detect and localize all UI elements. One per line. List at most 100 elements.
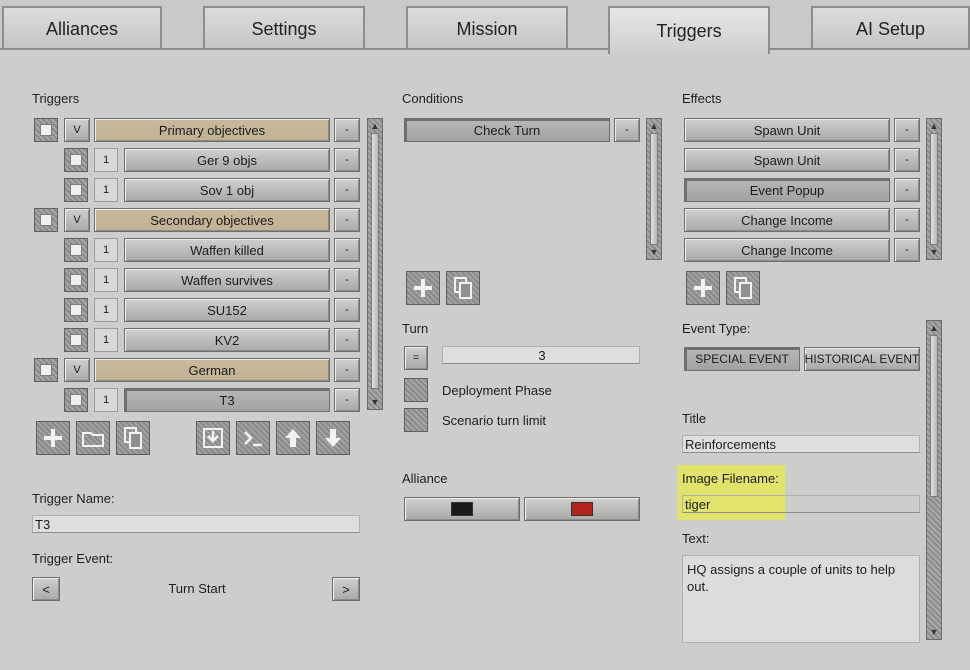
copy-button[interactable] bbox=[726, 271, 760, 305]
effect-item-button[interactable]: Event Popup bbox=[684, 178, 890, 202]
event-next-button[interactable]: > bbox=[332, 577, 360, 601]
historical-event-button[interactable]: HISTORICAL EVENT bbox=[804, 347, 920, 371]
special-event-button[interactable]: SPECIAL EVENT bbox=[684, 347, 800, 371]
import-button[interactable] bbox=[196, 421, 230, 455]
scroll-up-icon[interactable]: ▲ bbox=[647, 120, 661, 132]
remove-effect-button[interactable]: - bbox=[894, 118, 920, 142]
turn-label: Turn bbox=[402, 321, 429, 336]
copy-button[interactable] bbox=[116, 421, 150, 455]
title-input[interactable]: Reinforcements bbox=[682, 435, 920, 453]
checkbox-box bbox=[40, 364, 52, 376]
event-text-area[interactable]: HQ assigns a couple of units to help out… bbox=[682, 555, 920, 643]
checkbox-box bbox=[70, 244, 82, 256]
tab-ai-setup[interactable]: AI Setup bbox=[811, 6, 970, 50]
remove-trigger-button[interactable]: - bbox=[334, 268, 360, 292]
remove-effect-button[interactable]: - bbox=[894, 178, 920, 202]
triggers-scrollbar[interactable]: ▲ ▼ bbox=[367, 118, 383, 410]
trigger-row-checkbox[interactable] bbox=[64, 148, 88, 172]
remove-effect-button[interactable]: - bbox=[894, 238, 920, 262]
scroll-down-icon[interactable]: ▼ bbox=[927, 626, 941, 638]
remove-trigger-button[interactable]: - bbox=[334, 388, 360, 412]
event-details-scrollbar[interactable]: ▲ ▼ bbox=[926, 320, 942, 640]
remove-effect-button[interactable]: - bbox=[894, 208, 920, 232]
tab-alliances[interactable]: Alliances bbox=[2, 6, 162, 50]
add-button[interactable] bbox=[406, 271, 440, 305]
copy-button[interactable] bbox=[446, 271, 480, 305]
conditions-header: Conditions bbox=[402, 91, 464, 106]
remove-trigger-button[interactable]: - bbox=[334, 358, 360, 382]
scroll-up-icon[interactable]: ▲ bbox=[368, 120, 382, 132]
effect-item-button[interactable]: Change Income bbox=[684, 238, 890, 262]
deployment-phase-checkbox[interactable] bbox=[404, 378, 428, 402]
trigger-item-button[interactable]: Sov 1 obj bbox=[124, 178, 330, 202]
trigger-group-button[interactable]: Primary objectives bbox=[94, 118, 330, 142]
trigger-item-button[interactable]: SU152 bbox=[124, 298, 330, 322]
scroll-down-icon[interactable]: ▼ bbox=[927, 246, 941, 258]
remove-trigger-button[interactable]: - bbox=[334, 148, 360, 172]
alliance-1-button[interactable] bbox=[404, 497, 520, 521]
remove-trigger-button[interactable]: - bbox=[334, 118, 360, 142]
effect-item-button[interactable]: Change Income bbox=[684, 208, 890, 232]
title-label: Title bbox=[682, 411, 707, 426]
scroll-thumb[interactable] bbox=[371, 133, 379, 389]
trigger-item-button[interactable]: KV2 bbox=[124, 328, 330, 352]
scroll-down-icon[interactable]: ▼ bbox=[368, 396, 382, 408]
conditions-scrollbar[interactable]: ▲ ▼ bbox=[646, 118, 662, 260]
tab-settings[interactable]: Settings bbox=[203, 6, 365, 50]
trigger-row-checkbox[interactable] bbox=[64, 178, 88, 202]
trigger-group-toggle[interactable]: V bbox=[64, 208, 90, 232]
tab-mission[interactable]: Mission bbox=[406, 6, 568, 50]
move-down-button[interactable] bbox=[316, 421, 350, 455]
trigger-group-toggle[interactable]: V bbox=[64, 118, 90, 142]
trigger-row-checkbox[interactable] bbox=[64, 268, 88, 292]
scroll-down-icon[interactable]: ▼ bbox=[647, 246, 661, 258]
trigger-group-button[interactable]: German bbox=[94, 358, 330, 382]
trigger-row-checkbox[interactable] bbox=[34, 358, 58, 382]
trigger-item-button[interactable]: Ger 9 objs bbox=[124, 148, 330, 172]
scroll-thumb[interactable] bbox=[930, 133, 938, 245]
trigger-item-button[interactable]: Waffen survives bbox=[124, 268, 330, 292]
event-prev-button[interactable]: < bbox=[32, 577, 60, 601]
scroll-up-icon[interactable]: ▲ bbox=[927, 322, 941, 334]
folder-button[interactable] bbox=[76, 421, 110, 455]
remove-trigger-button[interactable]: - bbox=[334, 208, 360, 232]
effects-scrollbar[interactable]: ▲ ▼ bbox=[926, 118, 942, 260]
scroll-thumb[interactable] bbox=[650, 133, 658, 245]
remove-trigger-button[interactable]: - bbox=[334, 328, 360, 352]
remove-condition-button[interactable]: - bbox=[614, 118, 640, 142]
move-up-button[interactable] bbox=[276, 421, 310, 455]
trigger-item-button[interactable]: T3 bbox=[124, 388, 330, 412]
tab-label: Mission bbox=[456, 18, 518, 39]
checkbox-box bbox=[70, 394, 82, 406]
remove-effect-button[interactable]: - bbox=[894, 148, 920, 172]
add-button[interactable] bbox=[36, 421, 70, 455]
scroll-up-icon[interactable]: ▲ bbox=[927, 120, 941, 132]
console-button[interactable] bbox=[236, 421, 270, 455]
remove-trigger-button[interactable]: - bbox=[334, 178, 360, 202]
effect-item-button[interactable]: Spawn Unit bbox=[684, 118, 890, 142]
trigger-row-checkbox[interactable] bbox=[64, 238, 88, 262]
trigger-priority: 1 bbox=[94, 178, 118, 202]
scenario-turn-limit-checkbox[interactable] bbox=[404, 408, 428, 432]
trigger-row-checkbox[interactable] bbox=[64, 328, 88, 352]
turn-value-input[interactable]: 3 bbox=[442, 346, 640, 364]
add-button[interactable] bbox=[686, 271, 720, 305]
trigger-row-checkbox[interactable] bbox=[34, 118, 58, 142]
trigger-row-checkbox[interactable] bbox=[64, 388, 88, 412]
deployment-phase-label: Deployment Phase bbox=[442, 383, 552, 398]
tab-triggers[interactable]: Triggers bbox=[608, 6, 770, 54]
effect-item-button[interactable]: Spawn Unit bbox=[684, 148, 890, 172]
trigger-item-button[interactable]: Waffen killed bbox=[124, 238, 330, 262]
remove-trigger-button[interactable]: - bbox=[334, 298, 360, 322]
trigger-row-checkbox[interactable] bbox=[64, 298, 88, 322]
trigger-name-input[interactable]: T3 bbox=[32, 515, 360, 533]
turn-operator-button[interactable]: = bbox=[404, 346, 428, 370]
condition-item-button[interactable]: Check Turn bbox=[404, 118, 610, 142]
trigger-row-checkbox[interactable] bbox=[34, 208, 58, 232]
trigger-group-button[interactable]: Secondary objectives bbox=[94, 208, 330, 232]
remove-trigger-button[interactable]: - bbox=[334, 238, 360, 262]
trigger-group-toggle[interactable]: V bbox=[64, 358, 90, 382]
scroll-thumb[interactable] bbox=[930, 335, 938, 497]
alliance-2-button[interactable] bbox=[524, 497, 640, 521]
image-filename-input[interactable]: tiger bbox=[682, 495, 920, 513]
